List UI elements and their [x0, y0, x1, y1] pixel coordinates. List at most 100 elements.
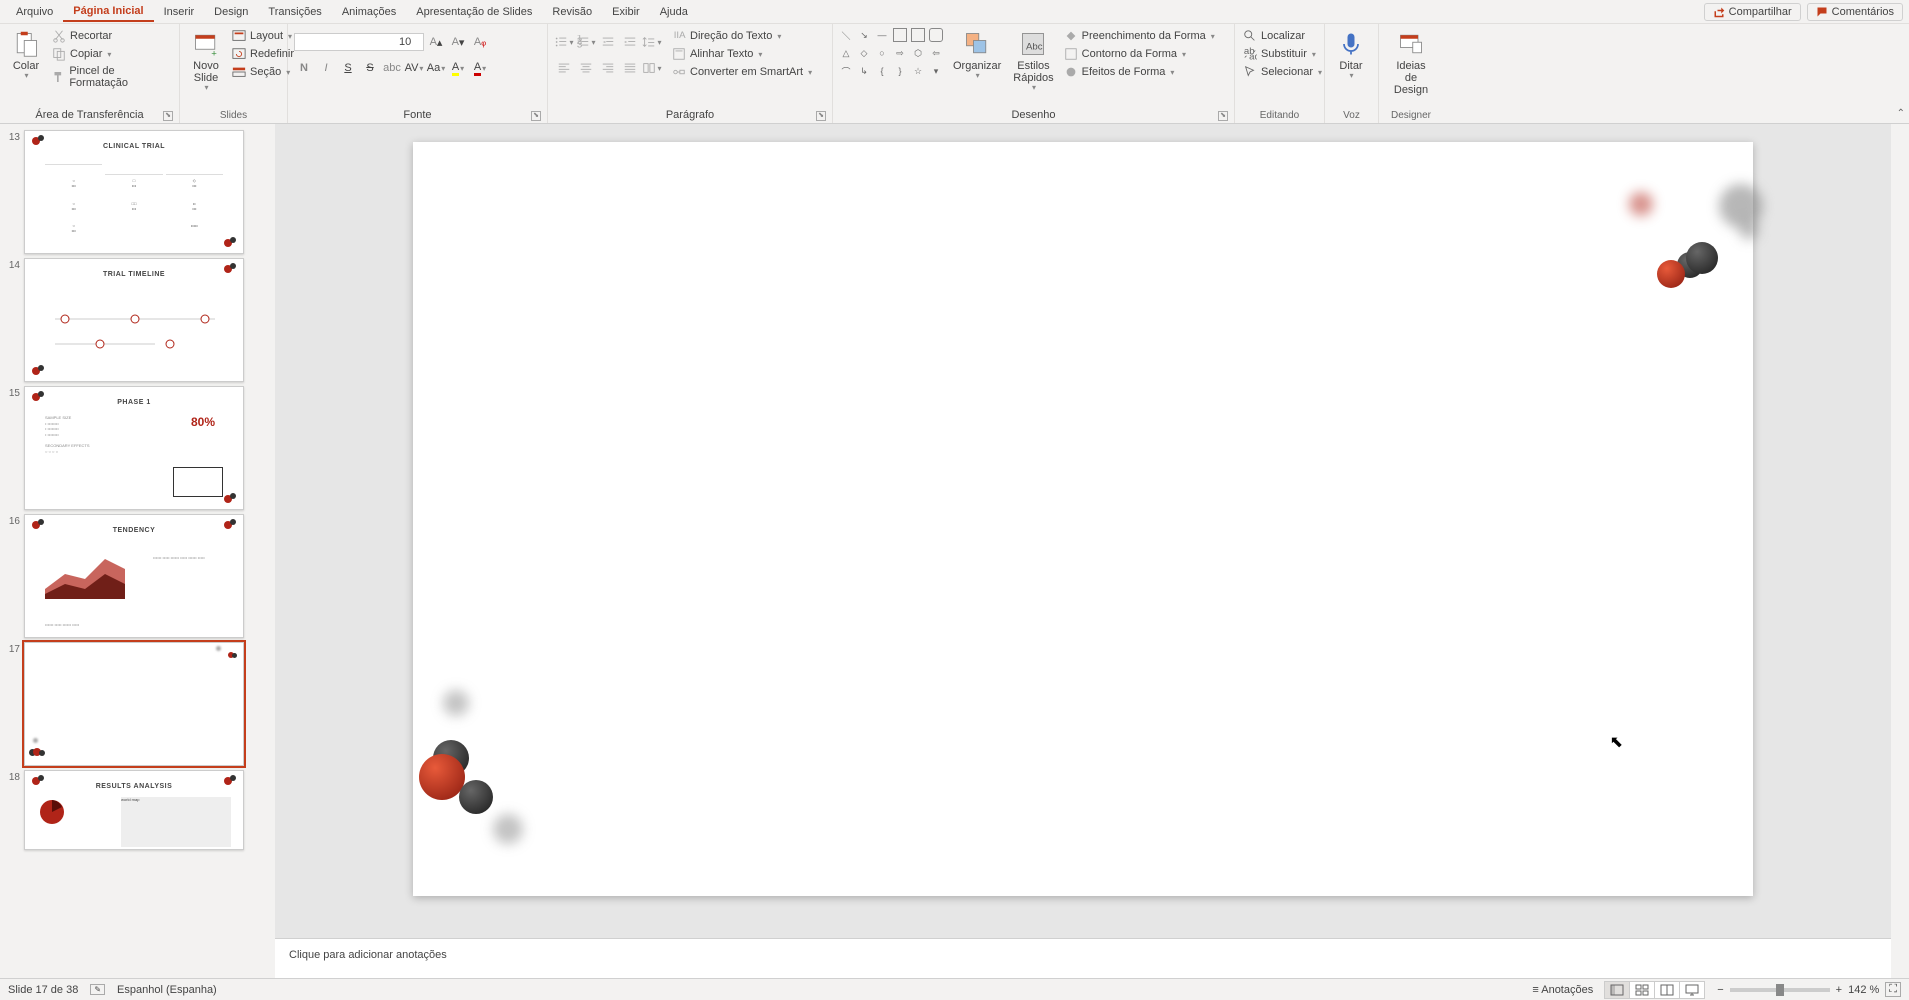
slideshow-button[interactable]	[1679, 981, 1705, 999]
menu-arquivo[interactable]: Arquivo	[6, 3, 63, 21]
reading-view-button[interactable]	[1654, 981, 1680, 999]
shape-rect-icon[interactable]	[893, 28, 907, 42]
dialog-launcher-icon[interactable]: ⬊	[1218, 111, 1228, 121]
font-color-button[interactable]: A▾	[470, 58, 490, 78]
shape-roundrect-icon[interactable]	[929, 28, 943, 42]
clear-formatting-button[interactable]: Aᵩ	[470, 32, 490, 52]
char-spacing-button[interactable]: AV▾	[404, 58, 424, 78]
selecionar-button[interactable]: Selecionar▾	[1241, 64, 1324, 80]
status-language[interactable]: Espanhol (Espanha)	[117, 984, 217, 996]
menu-animacoes[interactable]: Animações	[332, 3, 406, 21]
italic-button[interactable]: I	[316, 58, 336, 78]
shape-triangle-icon[interactable]: △	[839, 46, 853, 60]
slide-thumbnail-15[interactable]: PHASE 1 80% SAMPLE SIZE• ••••••••• •••••…	[24, 386, 244, 510]
colar-button[interactable]: Colar ▾	[6, 28, 46, 83]
menu-transicoes[interactable]: Transições	[258, 3, 331, 21]
layout-button[interactable]: Layout▾	[230, 28, 296, 44]
font-name-input[interactable]	[295, 34, 395, 50]
justify-button[interactable]	[620, 58, 640, 78]
line-spacing-button[interactable]: ▾	[642, 32, 662, 52]
shadow-button[interactable]: abc	[382, 58, 402, 78]
shape-connector-icon[interactable]: ↳	[857, 64, 871, 78]
localizar-button[interactable]: Localizar	[1241, 28, 1307, 44]
copiar-button[interactable]: Copiar▾	[50, 46, 173, 62]
underline-button[interactable]: S	[338, 58, 358, 78]
shape-curve-icon[interactable]: ⌒	[839, 64, 853, 78]
bullets-button[interactable]: ▾	[554, 32, 574, 52]
fit-to-window-button[interactable]: ⛶	[1885, 982, 1901, 997]
spell-check-icon[interactable]: ✎	[90, 984, 105, 995]
menu-revisao[interactable]: Revisão	[542, 3, 602, 21]
slide-thumbnail-14[interactable]: TRIAL TIMELINE	[24, 258, 244, 382]
bold-button[interactable]: N	[294, 58, 314, 78]
compartilhar-button[interactable]: Compartilhar	[1704, 3, 1801, 21]
collapse-ribbon-icon[interactable]: ⌃	[1897, 108, 1905, 119]
font-size-input[interactable]	[395, 34, 423, 50]
substituir-button[interactable]: abacSubstituir▾	[1241, 46, 1318, 62]
slide-thumbnail-13[interactable]: CLINICAL TRIAL ○•••□•••◇••• ○•••□□••••••…	[24, 130, 244, 254]
shape-more-icon[interactable]: ▾	[929, 64, 943, 78]
menu-apresentacao[interactable]: Apresentação de Slides	[406, 3, 542, 21]
shape-rect2-icon[interactable]	[911, 28, 925, 42]
canvas-scroll[interactable]: ⬉	[275, 124, 1891, 938]
shape-hex-icon[interactable]: ⬡	[911, 46, 925, 60]
align-right-button[interactable]	[598, 58, 618, 78]
slide-canvas[interactable]: ⬉	[413, 142, 1753, 896]
columns-button[interactable]: ▾	[642, 58, 662, 78]
align-left-button[interactable]	[554, 58, 574, 78]
sorter-view-button[interactable]	[1629, 981, 1655, 999]
redefinir-button[interactable]: Redefinir	[230, 46, 296, 62]
recortar-button[interactable]: Recortar	[50, 28, 173, 44]
estilos-rapidos-button[interactable]: Abc Estilos Rápidos▾	[1009, 28, 1057, 95]
ideias-design-button[interactable]: Ideias de Design	[1385, 28, 1437, 98]
notes-toggle[interactable]: ≡ Anotações	[1532, 984, 1593, 996]
shape-arrow2-icon[interactable]: ⇨	[893, 46, 907, 60]
text-direction-button[interactable]: IIADireção do Texto▾	[670, 28, 814, 44]
dialog-launcher-icon[interactable]: ⬊	[816, 111, 826, 121]
increase-font-button[interactable]: A▴	[426, 32, 446, 52]
slide-thumbnail-18[interactable]: RESULTS ANALYSIS world map	[24, 770, 244, 850]
dialog-launcher-icon[interactable]: ⬊	[163, 111, 173, 121]
shape-brace2-icon[interactable]: }	[893, 64, 907, 78]
highlight-button[interactable]: A▾	[448, 58, 468, 78]
shape-diamond-icon[interactable]: ◇	[857, 46, 871, 60]
novo-slide-button[interactable]: + Novo Slide ▾	[186, 28, 226, 95]
slide-thumbnail-17[interactable]	[24, 642, 244, 766]
slide-thumbnail-16[interactable]: TENDENCY •••••• ••••• •••••• ••••• •••••…	[24, 514, 244, 638]
shape-outline-button[interactable]: Contorno da Forma▾	[1062, 46, 1217, 62]
comentarios-button[interactable]: Comentários	[1807, 3, 1903, 21]
zoom-level[interactable]: 142 %	[1848, 984, 1879, 996]
organizar-button[interactable]: Organizar▾	[949, 28, 1005, 83]
secao-button[interactable]: Seção▾	[230, 64, 296, 80]
shape-effects-button[interactable]: Efeitos de Forma▾	[1062, 64, 1217, 80]
menu-exibir[interactable]: Exibir	[602, 3, 650, 21]
normal-view-button[interactable]	[1604, 981, 1630, 999]
decrease-indent-button[interactable]	[598, 32, 618, 52]
shape-line-icon[interactable]: ＼	[839, 28, 853, 42]
numbering-button[interactable]: 123▾	[576, 32, 596, 52]
vertical-scrollbar[interactable]	[1891, 124, 1909, 978]
shape-fill-button[interactable]: Preenchimento da Forma▾	[1062, 28, 1217, 44]
menu-inserir[interactable]: Inserir	[154, 3, 205, 21]
menu-pagina-inicial[interactable]: Página Inicial	[63, 2, 153, 22]
pincel-button[interactable]: Pincel de Formatação	[50, 64, 173, 90]
shapes-gallery[interactable]: ＼ ↘ — △ ◇ ○ ⇨ ⬡ ⇦ ⌒ ↳ { } ☆ ▾	[839, 28, 945, 80]
shape-brace-icon[interactable]: {	[875, 64, 889, 78]
shape-arrow-icon[interactable]: ↘	[857, 28, 871, 42]
change-case-button[interactable]: Aa▾	[426, 58, 446, 78]
notes-pane[interactable]: Clique para adicionar anotações	[275, 938, 1891, 978]
ditar-button[interactable]: Ditar▾	[1331, 28, 1371, 83]
align-center-button[interactable]	[576, 58, 596, 78]
shape-star-icon[interactable]: ☆	[911, 64, 925, 78]
zoom-slider[interactable]	[1730, 988, 1830, 992]
slide-thumbnails-panel[interactable]: 13 CLINICAL TRIAL ○•••□•••◇••• ○•••□□•••…	[0, 124, 275, 978]
increase-indent-button[interactable]	[620, 32, 640, 52]
shape-circle-icon[interactable]: ○	[875, 46, 889, 60]
smartart-button[interactable]: Converter em SmartArt▾	[670, 64, 814, 80]
strike-button[interactable]: S	[360, 58, 380, 78]
decrease-font-button[interactable]: A▾	[448, 32, 468, 52]
shape-line2-icon[interactable]: —	[875, 28, 889, 42]
zoom-in-button[interactable]: +	[1836, 984, 1842, 996]
menu-ajuda[interactable]: Ajuda	[650, 3, 698, 21]
menu-design[interactable]: Design	[204, 3, 258, 21]
